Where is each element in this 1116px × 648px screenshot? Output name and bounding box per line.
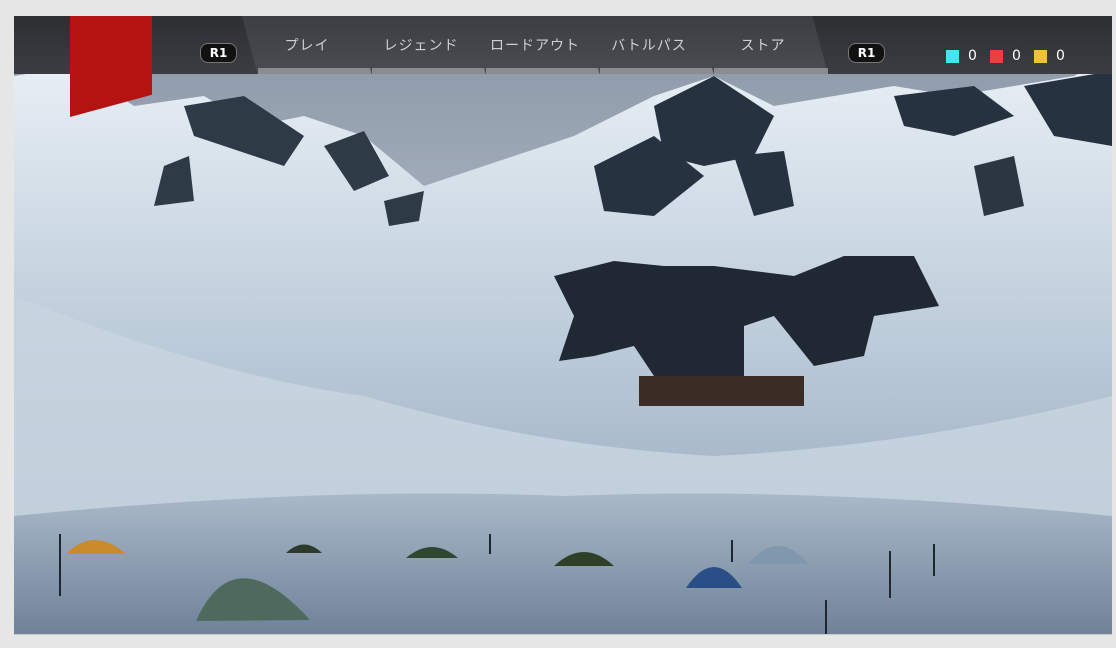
currency-amount: 0 <box>1056 48 1065 64</box>
tab-loadout[interactable]: ロードアウト <box>470 16 600 74</box>
right-shoulder-button[interactable]: R1 <box>848 43 885 63</box>
currency-red: 0 <box>990 48 1021 64</box>
tab-battle-pass-label: バトルパス <box>611 38 687 54</box>
background-mountain-scene <box>14 16 1112 634</box>
tab-play-label: プレイ <box>284 38 330 54</box>
tab-loadout-label: ロードアウト <box>490 38 580 54</box>
currency-cyan: 0 <box>946 48 977 64</box>
yellow-currency-icon <box>1034 49 1047 63</box>
red-currency-icon <box>990 49 1003 63</box>
tab-legends[interactable]: レジェンド <box>356 16 486 74</box>
currency-amount: 0 <box>1012 48 1021 64</box>
tab-play[interactable]: プレイ <box>242 16 372 74</box>
tab-battle-pass[interactable]: バトルパス <box>584 16 714 74</box>
tab-legends-label: レジェンド <box>383 38 459 54</box>
currency-yellow: 0 <box>1034 48 1065 64</box>
left-shoulder-button[interactable]: R1 <box>200 43 237 63</box>
game-screen: R1 プレイ レジェンド ロードアウト バトルパス ストア R1 0 0 0 <box>14 16 1112 635</box>
tab-store[interactable]: ストア <box>698 16 828 74</box>
cyan-currency-icon <box>946 49 959 63</box>
top-navigation-bar: R1 プレイ レジェンド ロードアウト バトルパス ストア R1 0 0 0 <box>14 16 1112 74</box>
tab-store-label: ストア <box>740 38 786 54</box>
currency-amount: 0 <box>968 48 977 64</box>
